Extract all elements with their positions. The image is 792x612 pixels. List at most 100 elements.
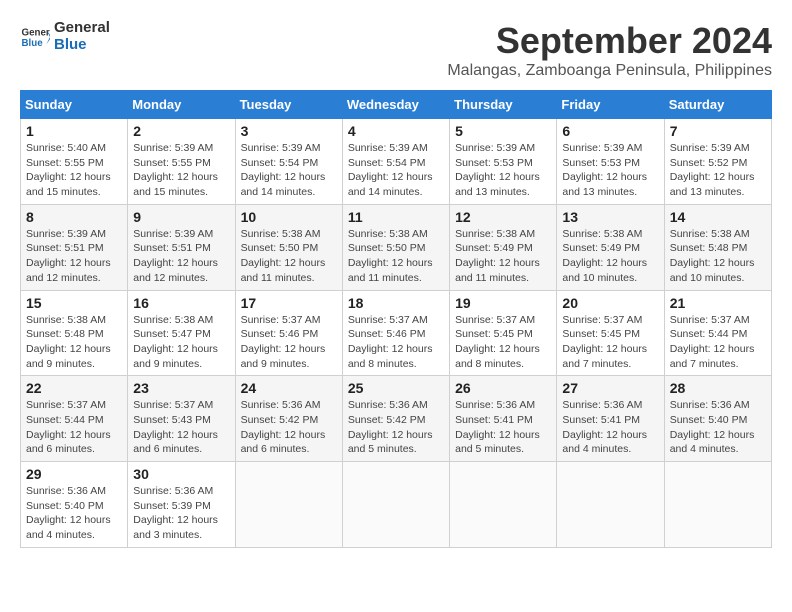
day-info: Sunrise: 5:39 AMSunset: 5:54 PMDaylight:…	[348, 141, 444, 200]
calendar-week-4: 22 Sunrise: 5:37 AMSunset: 5:44 PMDaylig…	[21, 376, 772, 462]
day-number: 24	[241, 380, 337, 396]
day-number: 18	[348, 295, 444, 311]
day-number: 21	[670, 295, 766, 311]
day-info: Sunrise: 5:38 AMSunset: 5:48 PMDaylight:…	[26, 313, 122, 372]
day-number: 27	[562, 380, 658, 396]
column-header-friday: Friday	[557, 91, 664, 119]
calendar-cell: 25 Sunrise: 5:36 AMSunset: 5:42 PMDaylig…	[342, 376, 449, 462]
calendar-cell: 14 Sunrise: 5:38 AMSunset: 5:48 PMDaylig…	[664, 204, 771, 290]
day-info: Sunrise: 5:39 AMSunset: 5:52 PMDaylight:…	[670, 141, 766, 200]
calendar-cell: 1 Sunrise: 5:40 AMSunset: 5:55 PMDayligh…	[21, 119, 128, 205]
day-info: Sunrise: 5:36 AMSunset: 5:40 PMDaylight:…	[670, 398, 766, 457]
calendar-cell: 6 Sunrise: 5:39 AMSunset: 5:53 PMDayligh…	[557, 119, 664, 205]
day-number: 30	[133, 466, 229, 482]
calendar-cell: 3 Sunrise: 5:39 AMSunset: 5:54 PMDayligh…	[235, 119, 342, 205]
page-header: General Blue GeneralBlue September 2024 …	[20, 20, 772, 80]
day-number: 17	[241, 295, 337, 311]
calendar-cell	[664, 462, 771, 548]
day-info: Sunrise: 5:38 AMSunset: 5:48 PMDaylight:…	[670, 227, 766, 286]
calendar-cell	[557, 462, 664, 548]
calendar-week-1: 1 Sunrise: 5:40 AMSunset: 5:55 PMDayligh…	[21, 119, 772, 205]
calendar-cell: 11 Sunrise: 5:38 AMSunset: 5:50 PMDaylig…	[342, 204, 449, 290]
calendar-cell: 28 Sunrise: 5:36 AMSunset: 5:40 PMDaylig…	[664, 376, 771, 462]
day-info: Sunrise: 5:37 AMSunset: 5:46 PMDaylight:…	[241, 313, 337, 372]
month-title: September 2024	[447, 20, 772, 62]
day-info: Sunrise: 5:38 AMSunset: 5:47 PMDaylight:…	[133, 313, 229, 372]
day-number: 16	[133, 295, 229, 311]
calendar-cell: 2 Sunrise: 5:39 AMSunset: 5:55 PMDayligh…	[128, 119, 235, 205]
day-number: 12	[455, 209, 551, 225]
title-section: September 2024 Malangas, Zamboanga Penin…	[447, 20, 772, 80]
day-info: Sunrise: 5:38 AMSunset: 5:49 PMDaylight:…	[455, 227, 551, 286]
calendar-cell	[235, 462, 342, 548]
day-info: Sunrise: 5:37 AMSunset: 5:43 PMDaylight:…	[133, 398, 229, 457]
column-header-thursday: Thursday	[450, 91, 557, 119]
day-info: Sunrise: 5:36 AMSunset: 5:42 PMDaylight:…	[348, 398, 444, 457]
calendar-cell: 20 Sunrise: 5:37 AMSunset: 5:45 PMDaylig…	[557, 290, 664, 376]
day-number: 28	[670, 380, 766, 396]
calendar-cell: 27 Sunrise: 5:36 AMSunset: 5:41 PMDaylig…	[557, 376, 664, 462]
calendar-body: 1 Sunrise: 5:40 AMSunset: 5:55 PMDayligh…	[21, 119, 772, 548]
day-number: 19	[455, 295, 551, 311]
calendar-cell	[450, 462, 557, 548]
day-number: 9	[133, 209, 229, 225]
calendar-week-3: 15 Sunrise: 5:38 AMSunset: 5:48 PMDaylig…	[21, 290, 772, 376]
day-info: Sunrise: 5:37 AMSunset: 5:44 PMDaylight:…	[26, 398, 122, 457]
calendar-cell: 12 Sunrise: 5:38 AMSunset: 5:49 PMDaylig…	[450, 204, 557, 290]
calendar-cell: 30 Sunrise: 5:36 AMSunset: 5:39 PMDaylig…	[128, 462, 235, 548]
day-info: Sunrise: 5:36 AMSunset: 5:39 PMDaylight:…	[133, 484, 229, 543]
day-number: 26	[455, 380, 551, 396]
day-info: Sunrise: 5:39 AMSunset: 5:51 PMDaylight:…	[26, 227, 122, 286]
day-info: Sunrise: 5:39 AMSunset: 5:53 PMDaylight:…	[562, 141, 658, 200]
calendar-week-2: 8 Sunrise: 5:39 AMSunset: 5:51 PMDayligh…	[21, 204, 772, 290]
calendar-header-row: SundayMondayTuesdayWednesdayThursdayFrid…	[21, 91, 772, 119]
column-header-sunday: Sunday	[21, 91, 128, 119]
day-info: Sunrise: 5:36 AMSunset: 5:40 PMDaylight:…	[26, 484, 122, 543]
day-number: 25	[348, 380, 444, 396]
day-number: 11	[348, 209, 444, 225]
column-header-tuesday: Tuesday	[235, 91, 342, 119]
day-number: 3	[241, 123, 337, 139]
calendar-cell: 26 Sunrise: 5:36 AMSunset: 5:41 PMDaylig…	[450, 376, 557, 462]
day-number: 8	[26, 209, 122, 225]
calendar-cell: 23 Sunrise: 5:37 AMSunset: 5:43 PMDaylig…	[128, 376, 235, 462]
day-number: 29	[26, 466, 122, 482]
day-info: Sunrise: 5:37 AMSunset: 5:45 PMDaylight:…	[455, 313, 551, 372]
calendar-cell: 15 Sunrise: 5:38 AMSunset: 5:48 PMDaylig…	[21, 290, 128, 376]
day-info: Sunrise: 5:38 AMSunset: 5:50 PMDaylight:…	[241, 227, 337, 286]
day-info: Sunrise: 5:39 AMSunset: 5:51 PMDaylight:…	[133, 227, 229, 286]
calendar-cell: 16 Sunrise: 5:38 AMSunset: 5:47 PMDaylig…	[128, 290, 235, 376]
day-number: 6	[562, 123, 658, 139]
day-info: Sunrise: 5:38 AMSunset: 5:49 PMDaylight:…	[562, 227, 658, 286]
logo-text: GeneralBlue	[54, 20, 110, 53]
calendar-cell: 5 Sunrise: 5:39 AMSunset: 5:53 PMDayligh…	[450, 119, 557, 205]
calendar-week-5: 29 Sunrise: 5:36 AMSunset: 5:40 PMDaylig…	[21, 462, 772, 548]
day-info: Sunrise: 5:36 AMSunset: 5:41 PMDaylight:…	[562, 398, 658, 457]
calendar-cell	[342, 462, 449, 548]
day-number: 13	[562, 209, 658, 225]
day-number: 14	[670, 209, 766, 225]
day-info: Sunrise: 5:39 AMSunset: 5:53 PMDaylight:…	[455, 141, 551, 200]
calendar-cell: 13 Sunrise: 5:38 AMSunset: 5:49 PMDaylig…	[557, 204, 664, 290]
day-number: 5	[455, 123, 551, 139]
svg-text:Blue: Blue	[22, 38, 44, 49]
day-number: 22	[26, 380, 122, 396]
calendar-cell: 10 Sunrise: 5:38 AMSunset: 5:50 PMDaylig…	[235, 204, 342, 290]
calendar-cell: 18 Sunrise: 5:37 AMSunset: 5:46 PMDaylig…	[342, 290, 449, 376]
column-header-saturday: Saturday	[664, 91, 771, 119]
calendar-cell: 24 Sunrise: 5:36 AMSunset: 5:42 PMDaylig…	[235, 376, 342, 462]
calendar-cell: 22 Sunrise: 5:37 AMSunset: 5:44 PMDaylig…	[21, 376, 128, 462]
day-number: 15	[26, 295, 122, 311]
calendar-cell: 21 Sunrise: 5:37 AMSunset: 5:44 PMDaylig…	[664, 290, 771, 376]
location: Malangas, Zamboanga Peninsula, Philippin…	[447, 62, 772, 80]
day-number: 20	[562, 295, 658, 311]
day-info: Sunrise: 5:36 AMSunset: 5:42 PMDaylight:…	[241, 398, 337, 457]
day-info: Sunrise: 5:37 AMSunset: 5:46 PMDaylight:…	[348, 313, 444, 372]
day-number: 2	[133, 123, 229, 139]
day-number: 4	[348, 123, 444, 139]
day-number: 10	[241, 209, 337, 225]
calendar-cell: 29 Sunrise: 5:36 AMSunset: 5:40 PMDaylig…	[21, 462, 128, 548]
day-info: Sunrise: 5:36 AMSunset: 5:41 PMDaylight:…	[455, 398, 551, 457]
day-info: Sunrise: 5:39 AMSunset: 5:54 PMDaylight:…	[241, 141, 337, 200]
day-info: Sunrise: 5:40 AMSunset: 5:55 PMDaylight:…	[26, 141, 122, 200]
